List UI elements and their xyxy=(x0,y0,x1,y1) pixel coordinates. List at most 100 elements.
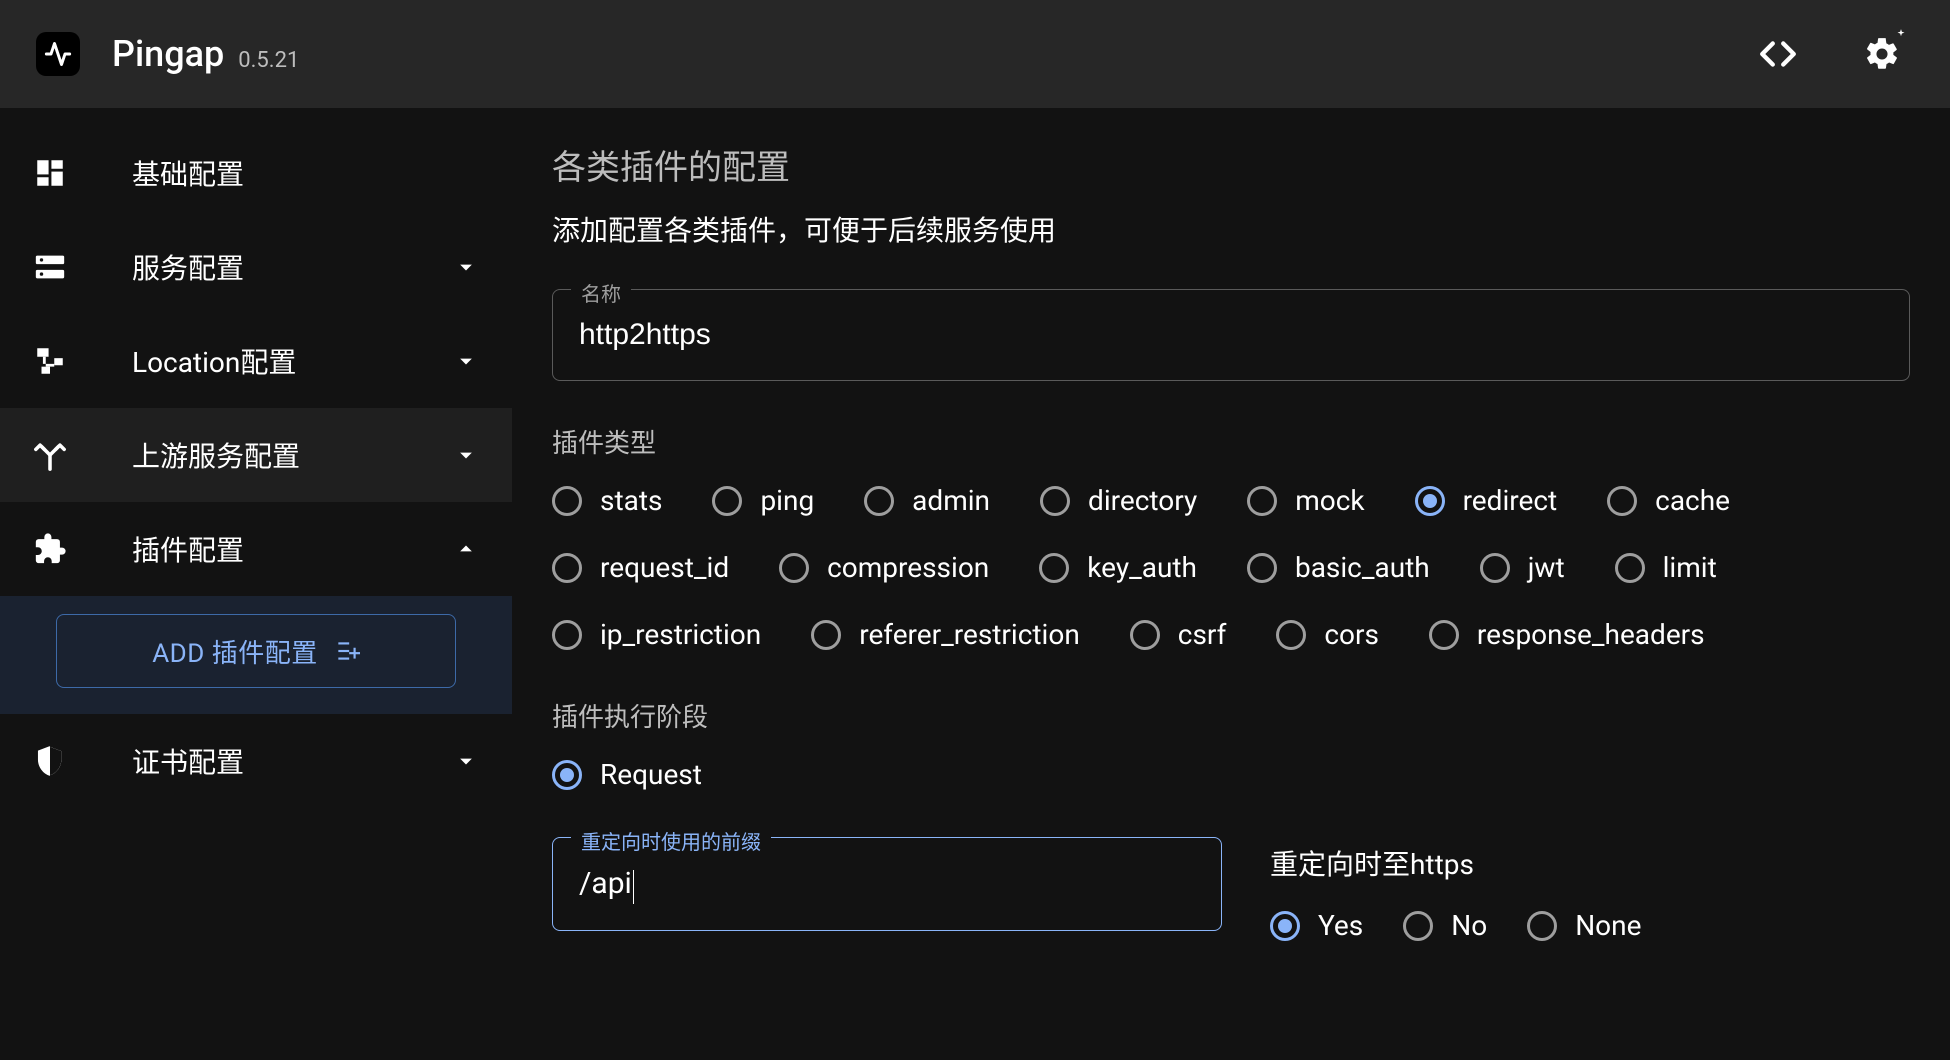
plugin-type-option-mock[interactable]: mock xyxy=(1247,484,1364,517)
radio-circle-icon xyxy=(811,620,841,650)
radio-label: None xyxy=(1575,909,1641,942)
sidebar-item-cert-config[interactable]: 证书配置 xyxy=(0,714,512,808)
radio-label: referer_restriction xyxy=(859,618,1080,651)
radio-label: request_id xyxy=(600,551,729,584)
radio-label: response_headers xyxy=(1477,618,1705,651)
extension-icon xyxy=(28,532,72,566)
sidebar-item-server-config[interactable]: 服务配置 xyxy=(0,220,512,314)
sidebar-item-upstream-config[interactable]: 上游服务配置 xyxy=(0,408,512,502)
plugin-type-option-stats[interactable]: stats xyxy=(552,484,662,517)
radio-circle-icon xyxy=(779,553,809,583)
chevron-down-icon xyxy=(452,347,484,375)
text-cursor xyxy=(633,870,635,904)
main-content: 各类插件的配置 添加配置各类插件，可便于后续服务使用 名称 插件类型 stats… xyxy=(512,108,1950,1060)
plugin-type-option-cors[interactable]: cors xyxy=(1276,618,1379,651)
radio-label: jwt xyxy=(1528,551,1565,584)
radio-circle-icon xyxy=(1040,486,1070,516)
radio-circle-icon xyxy=(1403,911,1433,941)
sidebar-item-basic-config[interactable]: 基础配置 xyxy=(0,126,512,220)
radio-label: ip_restriction xyxy=(600,618,761,651)
plugin-type-option-referer_restriction[interactable]: referer_restriction xyxy=(811,618,1080,651)
radio-label: csrf xyxy=(1178,618,1227,651)
plugin-type-label: 插件类型 xyxy=(552,423,1910,460)
chevron-down-icon xyxy=(452,747,484,775)
plugin-type-option-cache[interactable]: cache xyxy=(1607,484,1730,517)
radio-circle-icon xyxy=(552,620,582,650)
prefix-field-legend: 重定向时使用的前缀 xyxy=(571,826,771,855)
code-icon[interactable] xyxy=(1746,22,1810,86)
https-option-no[interactable]: No xyxy=(1403,909,1487,942)
radio-label: redirect xyxy=(1463,484,1558,517)
plugin-stage-option-request[interactable]: Request xyxy=(552,758,702,791)
sidebar-add-plugin-wrap: ADD 插件配置 xyxy=(0,596,512,714)
app-version: 0.5.21 xyxy=(238,48,299,73)
name-field-legend: 名称 xyxy=(571,278,631,307)
chevron-up-icon xyxy=(452,535,484,563)
name-field-wrap: 名称 xyxy=(552,289,1910,381)
radio-circle-icon xyxy=(1270,911,1300,941)
https-redirect-label: 重定向时至https xyxy=(1270,843,1641,883)
radio-circle-icon xyxy=(552,486,582,516)
radio-circle-icon xyxy=(1415,486,1445,516)
prefix-field-wrap: 重定向时使用的前缀 /api xyxy=(552,837,1222,931)
radio-label: stats xyxy=(600,484,662,517)
radio-circle-icon xyxy=(1607,486,1637,516)
radio-label: cache xyxy=(1655,484,1730,517)
plugin-type-radio-group: stats ping admin directory mock redirect cache… xyxy=(552,484,1910,651)
plugin-type-option-redirect[interactable]: redirect xyxy=(1415,484,1558,517)
sidebar-item-label: 上游服务配置 xyxy=(132,435,452,475)
shield-icon xyxy=(28,744,72,778)
radio-label: Yes xyxy=(1318,909,1363,942)
radio-label: key_auth xyxy=(1087,551,1197,584)
sidebar-item-label: Location配置 xyxy=(132,341,452,381)
server-icon xyxy=(28,250,72,284)
plugin-type-option-directory[interactable]: directory xyxy=(1040,484,1197,517)
plugin-stage-label: 插件执行阶段 xyxy=(552,697,1910,734)
plugin-type-option-ping[interactable]: ping xyxy=(712,484,814,517)
prefix-input[interactable]: /api xyxy=(579,866,1195,902)
tree-icon xyxy=(28,344,72,378)
settings-icon[interactable] xyxy=(1850,22,1914,86)
https-option-none[interactable]: None xyxy=(1527,909,1641,942)
radio-label: basic_auth xyxy=(1295,551,1430,584)
https-option-yes[interactable]: Yes xyxy=(1270,909,1363,942)
sidebar-item-location-config[interactable]: Location配置 xyxy=(0,314,512,408)
plugin-type-option-response_headers[interactable]: response_headers xyxy=(1429,618,1705,651)
chevron-down-icon xyxy=(452,253,484,281)
radio-label: limit xyxy=(1663,551,1717,584)
sidebar-item-label: 基础配置 xyxy=(132,153,484,193)
add-plugin-button[interactable]: ADD 插件配置 xyxy=(56,614,456,688)
plugin-type-option-limit[interactable]: limit xyxy=(1615,551,1717,584)
plugin-type-option-ip_restriction[interactable]: ip_restriction xyxy=(552,618,761,651)
radio-circle-icon xyxy=(1615,553,1645,583)
radio-label: compression xyxy=(827,551,989,584)
plugin-type-option-key_auth[interactable]: key_auth xyxy=(1039,551,1197,584)
radio-circle-icon xyxy=(1247,553,1277,583)
radio-circle-icon xyxy=(552,553,582,583)
radio-label: directory xyxy=(1088,484,1197,517)
chevron-down-icon xyxy=(452,441,484,469)
plugin-type-option-request_id[interactable]: request_id xyxy=(552,551,729,584)
plugin-type-option-csrf[interactable]: csrf xyxy=(1130,618,1227,651)
sidebar: 基础配置 服务配置 Location配置 上游服务配置 xyxy=(0,108,512,1060)
add-icon xyxy=(334,638,360,664)
https-radio-group: Yes No None xyxy=(1270,909,1641,942)
name-input[interactable] xyxy=(579,318,1883,352)
plugin-type-option-compression[interactable]: compression xyxy=(779,551,989,584)
dashboard-icon xyxy=(28,156,72,190)
app-name: Pingap xyxy=(112,33,224,75)
radio-label: admin xyxy=(912,484,990,517)
plugin-type-option-jwt[interactable]: jwt xyxy=(1480,551,1565,584)
radio-circle-icon xyxy=(1527,911,1557,941)
radio-label: Request xyxy=(600,758,702,791)
radio-label: No xyxy=(1451,909,1487,942)
radio-circle-icon xyxy=(712,486,742,516)
plugin-stage-radio-group: Request xyxy=(552,758,1910,791)
sidebar-item-plugin-config[interactable]: 插件配置 xyxy=(0,502,512,596)
radio-label: cors xyxy=(1324,618,1379,651)
page-description: 添加配置各类插件，可便于后续服务使用 xyxy=(552,209,1910,249)
radio-circle-icon xyxy=(1039,553,1069,583)
plugin-type-option-basic_auth[interactable]: basic_auth xyxy=(1247,551,1430,584)
plugin-type-option-admin[interactable]: admin xyxy=(864,484,990,517)
radio-circle-icon xyxy=(1480,553,1510,583)
